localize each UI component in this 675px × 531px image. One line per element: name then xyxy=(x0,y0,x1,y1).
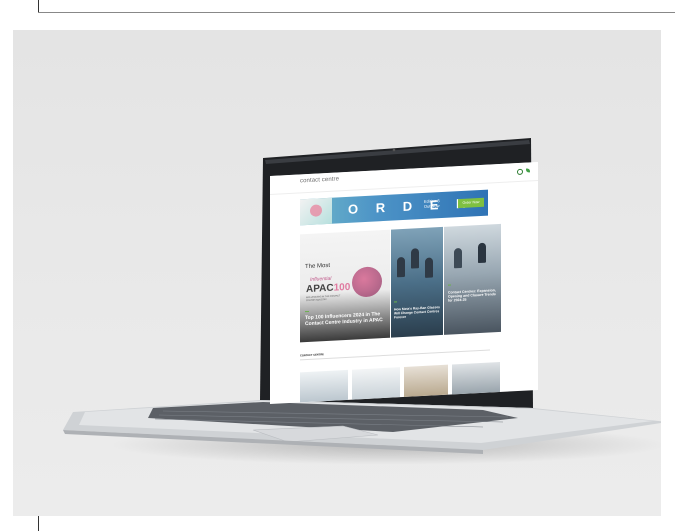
apac-title: The Most xyxy=(305,262,331,271)
article-thumbnail[interactable] xyxy=(452,361,500,395)
apac-title-italic: Influential xyxy=(310,275,332,283)
frame-rule xyxy=(38,12,675,13)
hero-card-main[interactable]: The Most Influential APAC100 INFLUENCERS… xyxy=(300,229,390,343)
section-title: CONTACT CENTRE xyxy=(300,353,324,358)
laptop-screen: contact centre O R D E R Edition 3 Out N… xyxy=(270,161,538,404)
apac-suffix: 100 xyxy=(333,281,351,294)
category-badge xyxy=(305,310,309,313)
hero-card-mid[interactable]: How Meta's Ray-Ban Glasses Will Change C… xyxy=(391,226,443,338)
article-thumbnail[interactable] xyxy=(300,369,348,403)
frame-line-top xyxy=(38,0,39,12)
apac-subtitle: INFLUENCERS IN THE CONTACT CENTRE INDUST… xyxy=(306,295,341,303)
hero-grid: The Most Influential APAC100 INFLUENCERS… xyxy=(300,223,501,343)
hero-main-headline[interactable]: Top 100 Influencers 2024 in The Contact … xyxy=(305,311,389,327)
leaf-icon[interactable] xyxy=(526,168,530,173)
influencer-illustration xyxy=(352,266,382,298)
person-figure xyxy=(397,256,405,278)
order-now-button[interactable]: Order Now xyxy=(458,197,484,209)
hero-card-right[interactable]: Contact Centres: Expansion, Opening and … xyxy=(444,223,501,335)
order-heading: O R D E R xyxy=(348,195,473,217)
hero-mid-headline[interactable]: How Meta's Ray-Ban Glasses Will Change C… xyxy=(394,305,441,319)
header-icons xyxy=(517,168,530,176)
section-divider xyxy=(300,349,490,360)
edition-line2: Out Now xyxy=(424,203,440,209)
hero-right-headline[interactable]: Contact Centres: Expansion, Opening and … xyxy=(448,288,498,303)
article-thumbnail[interactable] xyxy=(404,364,448,397)
edition-label: Edition 3 Out Now xyxy=(424,198,440,209)
apac-prefix: APAC xyxy=(306,282,334,296)
search-icon[interactable] xyxy=(517,168,523,176)
apac100-label: APAC100 xyxy=(306,282,350,295)
banner-art xyxy=(300,197,332,226)
site-logo[interactable]: contact centre xyxy=(300,176,339,184)
category-badge xyxy=(448,284,451,286)
order-banner[interactable]: O R D E R Edition 3 Out Now Order Now xyxy=(300,189,488,226)
person-figure xyxy=(425,257,433,278)
person-figure xyxy=(454,247,462,269)
person-figure xyxy=(411,248,419,269)
person-figure xyxy=(478,242,486,264)
photo-scene: contact centre O R D E R Edition 3 Out N… xyxy=(13,30,661,516)
category-badge xyxy=(394,301,397,303)
article-thumbnail[interactable] xyxy=(352,367,400,400)
webcam-icon xyxy=(392,148,396,152)
frame-line-bottom xyxy=(38,516,39,531)
